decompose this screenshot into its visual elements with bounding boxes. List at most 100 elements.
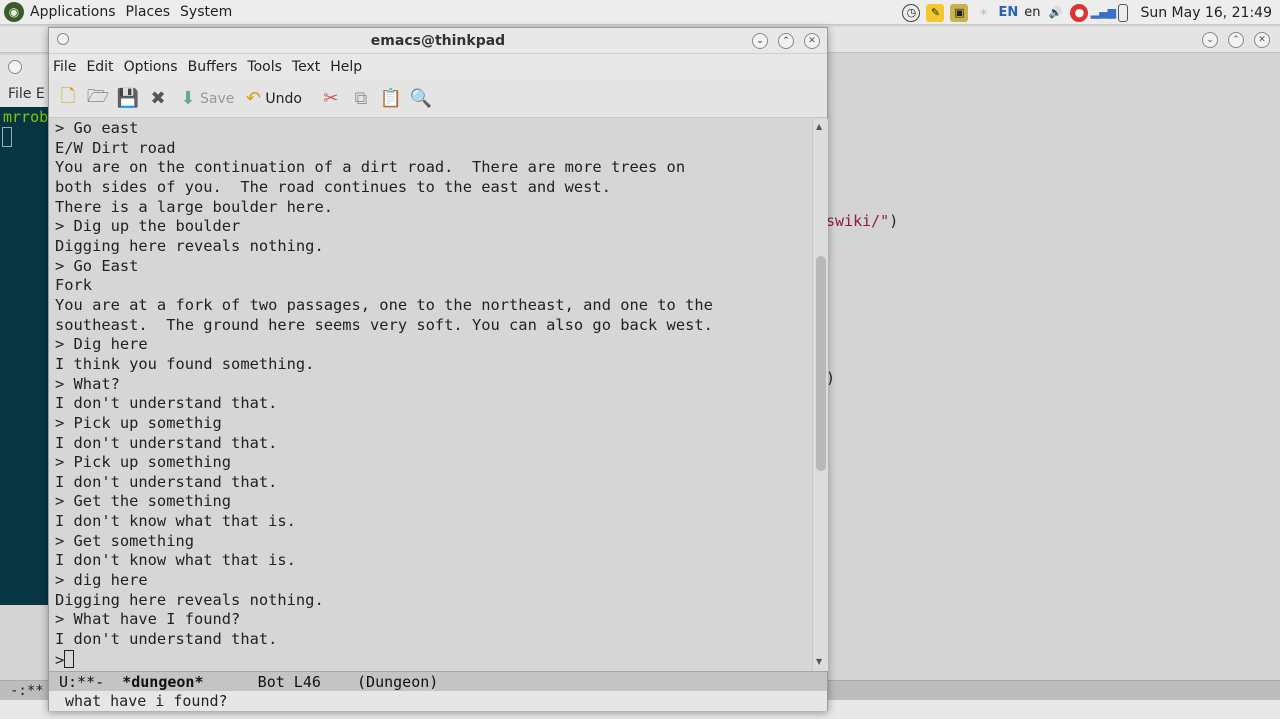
save-disk-button[interactable]: 💾 bbox=[117, 85, 139, 113]
close-icon[interactable]: ✕ bbox=[804, 33, 820, 49]
buffer-line: > Pick up somethig bbox=[55, 413, 222, 432]
menu-options[interactable]: Options bbox=[124, 59, 178, 75]
new-file-button[interactable]: 🗋 bbox=[57, 85, 79, 113]
undo-button[interactable]: ↶ Undo bbox=[242, 85, 302, 113]
emacs-modeline: U:**- *dungeon* Bot L46 (Dungeon) bbox=[49, 671, 827, 691]
scroll-down-arrow-icon[interactable]: ▼ bbox=[816, 657, 822, 666]
minimize-icon[interactable]: ⌄ bbox=[752, 33, 768, 49]
buffer-line: > Go East bbox=[55, 256, 139, 275]
emacs-titlebar[interactable]: emacs@thinkpad ⌄ ⌃ ✕ bbox=[49, 28, 827, 54]
brightness-icon[interactable]: ☀ bbox=[974, 4, 992, 22]
maximize-icon[interactable]: ⌃ bbox=[778, 33, 794, 49]
clock-app-icon[interactable]: ◷ bbox=[902, 3, 921, 22]
menu-file[interactable]: File bbox=[53, 59, 76, 75]
buffer-line: I think you found something. bbox=[55, 354, 315, 373]
background-maximize-icon[interactable]: ⌃ bbox=[1228, 32, 1244, 48]
background-code-paren: ) bbox=[889, 212, 899, 230]
vertical-scrollbar[interactable]: ▲ ▼ bbox=[812, 119, 828, 671]
floppy-disk-icon: 💾 bbox=[116, 88, 140, 109]
save-icon: ⬇ bbox=[180, 88, 196, 109]
terminal-cursor bbox=[2, 127, 12, 147]
buffer-line: Fork bbox=[55, 276, 93, 295]
modeline-buffer-name[interactable]: *dungeon* bbox=[122, 673, 203, 691]
terminal-body[interactable]: mrrob bbox=[0, 107, 51, 605]
terminal-window[interactable]: File E mrrob bbox=[0, 55, 52, 605]
scroll-up-arrow-icon[interactable]: ▲ bbox=[816, 122, 822, 131]
buffer-line: I don't know what that is. bbox=[55, 512, 296, 531]
panel-menu-system[interactable]: System bbox=[180, 4, 232, 20]
buffer-line: Digging here reveals nothing. bbox=[55, 236, 324, 255]
emacs-window-menu-icon[interactable] bbox=[57, 33, 69, 45]
buffer-line: I don't understand that. bbox=[55, 630, 278, 649]
buffer-line: > Go east bbox=[55, 119, 139, 137]
terminal-titlebar[interactable] bbox=[0, 55, 51, 81]
menu-tools[interactable]: Tools bbox=[247, 59, 282, 75]
scissors-icon: ✂ bbox=[323, 88, 339, 109]
save-button[interactable]: ⬇ Save bbox=[177, 85, 234, 113]
system-tray: ◷ ✎ ▣ ☀ EN en 🔊 ● ▂▄▆ Sun May 16, 21:49 bbox=[902, 0, 1272, 25]
top-panel: ◉ Applications Places System ◷ ✎ ▣ ☀ EN … bbox=[0, 0, 1280, 25]
prompt-line[interactable]: > bbox=[55, 649, 809, 671]
emacs-menubar: File Edit Options Buffers Tools Text Hel… bbox=[49, 54, 827, 80]
notes-icon[interactable]: ✎ bbox=[926, 3, 945, 22]
menu-help[interactable]: Help bbox=[330, 59, 362, 75]
buffer-line: > What have I found? bbox=[55, 610, 241, 629]
menu-text[interactable]: Text bbox=[292, 59, 320, 75]
save-button-label: Save bbox=[200, 90, 235, 107]
buffer-line: You are at a fork of two passages, one t… bbox=[55, 295, 713, 314]
keyboard-layout-indicator[interactable]: EN bbox=[998, 5, 1018, 20]
panel-clock[interactable]: Sun May 16, 21:49 bbox=[1140, 5, 1272, 21]
window-title: emacs@thinkpad bbox=[370, 33, 506, 49]
buffer-line: both sides of you. The road continues to… bbox=[55, 177, 611, 196]
terminal-prompt: mrrob bbox=[3, 108, 49, 126]
emacs-window[interactable]: emacs@thinkpad ⌄ ⌃ ✕ File Edit Options B… bbox=[48, 27, 828, 711]
prompt-symbol: > bbox=[55, 650, 65, 669]
volume-icon[interactable]: 🔊 bbox=[1046, 4, 1064, 22]
terminal-close-icon[interactable] bbox=[8, 60, 22, 74]
buffer-line: There is a large boulder here. bbox=[55, 197, 333, 216]
modeline-status: U:**- bbox=[59, 673, 123, 691]
panel-menu-applications[interactable]: Applications bbox=[30, 4, 116, 20]
buffer-line: > Get something bbox=[55, 531, 194, 550]
buffer-line: > Get the something bbox=[55, 492, 232, 511]
menu-buffers[interactable]: Buffers bbox=[188, 59, 238, 75]
distro-logo-icon[interactable]: ◉ bbox=[4, 2, 24, 22]
search-button[interactable]: 🔍 bbox=[410, 85, 432, 113]
clipboard-icon: 📋 bbox=[379, 88, 403, 109]
background-code-line: swiki/") bbox=[826, 212, 898, 230]
network-signal-icon[interactable]: ▂▄▆ bbox=[1091, 4, 1116, 22]
background-minimize-icon[interactable]: ⌄ bbox=[1202, 32, 1218, 48]
buffer-line: I don't know what that is. bbox=[55, 551, 296, 570]
text-cursor bbox=[64, 649, 75, 668]
copy-button[interactable]: ⧉ bbox=[350, 85, 372, 113]
menu-edit[interactable]: Edit bbox=[86, 59, 113, 75]
terminal-menubar[interactable]: File E bbox=[0, 81, 51, 107]
input-method-indicator[interactable]: en bbox=[1024, 5, 1040, 20]
buffer-line: southeast. The ground here seems very so… bbox=[55, 315, 713, 334]
monitor-icon[interactable]: ▣ bbox=[950, 3, 969, 22]
buffer-line: > What? bbox=[55, 374, 120, 393]
update-notifier-icon[interactable]: ● bbox=[1070, 3, 1089, 22]
buffer-line: I don't understand that. bbox=[55, 433, 278, 452]
buffer-line: > Pick up something bbox=[55, 453, 232, 472]
buffer-line: E/W Dirt road bbox=[55, 138, 176, 157]
close-buffer-button[interactable]: ✖ bbox=[147, 85, 169, 113]
buffer-line: > dig here bbox=[55, 571, 148, 590]
echo-area[interactable]: what have i found? bbox=[49, 691, 827, 711]
emacs-toolbar: 🗋 🗁 💾 ✖ ⬇ Save ↶ Undo ✂ ⧉ 📋 🔍 bbox=[49, 80, 827, 118]
panel-menu: ◉ Applications Places System bbox=[0, 0, 242, 25]
buffer-line: > Dig up the boulder bbox=[55, 217, 241, 236]
scrollbar-thumb[interactable] bbox=[816, 256, 826, 471]
buffer-line: > Dig here bbox=[55, 335, 148, 354]
open-folder-button[interactable]: 🗁 bbox=[87, 85, 109, 113]
background-close-icon[interactable]: ✕ bbox=[1254, 32, 1270, 48]
panel-menu-places[interactable]: Places bbox=[126, 4, 171, 20]
search-icon: 🔍 bbox=[409, 88, 433, 109]
dungeon-buffer[interactable]: > Go east E/W Dirt road You are on the con… bbox=[49, 119, 809, 671]
close-buffer-icon: ✖ bbox=[150, 88, 166, 109]
paste-button[interactable]: 📋 bbox=[380, 85, 402, 113]
cut-button[interactable]: ✂ bbox=[320, 85, 342, 113]
copy-icon: ⧉ bbox=[354, 88, 368, 109]
new-file-icon: 🗋 bbox=[60, 85, 76, 107]
battery-icon[interactable] bbox=[1118, 3, 1129, 22]
